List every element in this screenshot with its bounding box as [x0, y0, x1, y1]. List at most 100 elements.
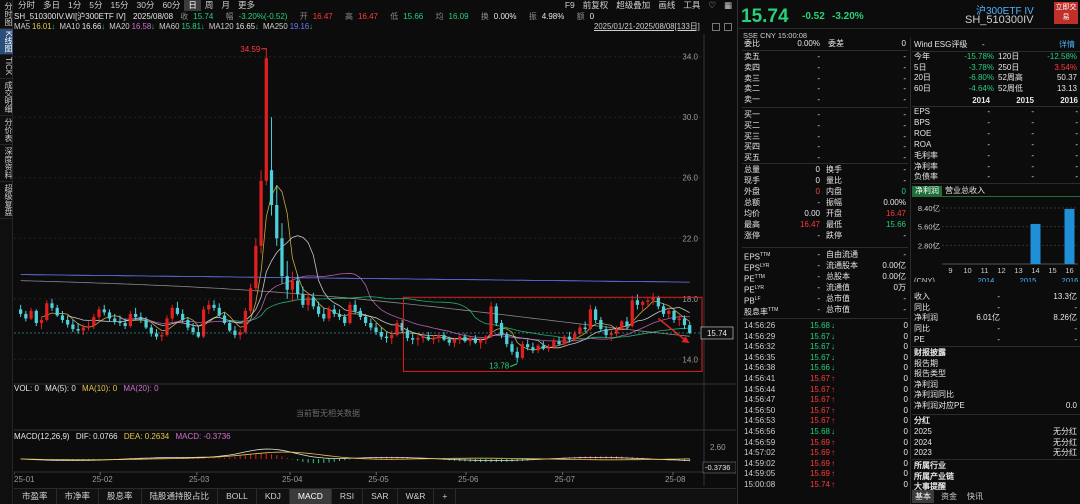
down-arrow-icon: ↓ — [200, 22, 205, 31]
tick-row: 14:56:50 15.67↑ 0 — [744, 406, 908, 416]
valuation-value2: - — [903, 250, 906, 259]
return-label: 60日 — [914, 83, 931, 93]
panel-tab-0[interactable]: 基本 — [912, 490, 934, 503]
tick-row: 14:56:44 15.67↑ 0 — [744, 385, 908, 395]
toolbar-action-2[interactable]: 超级叠加 — [612, 0, 654, 11]
up-arrow-icon: ↑ — [831, 448, 835, 458]
candle — [170, 304, 174, 322]
tick-time: 15:00:08 — [744, 480, 776, 489]
return-value2: -12.58% — [1047, 52, 1077, 61]
mini-x-tick: 11 — [981, 266, 989, 275]
candle — [578, 324, 582, 336]
candle — [165, 315, 169, 337]
candle — [358, 307, 363, 320]
tick-row: 14:59:05 15.69↑ 0 — [744, 469, 908, 479]
left-tool-4[interactable]: 分价表 — [0, 116, 13, 145]
left-tool-6[interactable]: 超级复盘 — [0, 182, 13, 219]
indicator-tab-9[interactable]: W&R — [398, 489, 435, 504]
tick-row: 14:56:47 15.67↑ 0 — [744, 395, 908, 405]
period-tab-3[interactable]: 5分 — [85, 0, 106, 11]
fin-tab-net-profit[interactable]: 净利润 — [912, 186, 942, 196]
period-tab-1[interactable]: 多日 — [39, 0, 64, 11]
candle — [395, 319, 399, 337]
period-tab-2[interactable]: 1分 — [64, 0, 85, 11]
trade-button[interactable]: 立即交易 — [1054, 2, 1078, 24]
income-label: PE — [914, 334, 925, 344]
panel-tab-1[interactable]: 资金 — [938, 490, 960, 503]
candle — [515, 347, 519, 363]
valuation-label: EPSLYR — [744, 261, 769, 273]
left-tool-1[interactable]: K线图 — [0, 29, 13, 56]
indicator-tab-10[interactable]: + — [434, 489, 457, 504]
date-range[interactable]: 2025/01/21-2025/08/08[133日] — [594, 22, 700, 32]
fin-tab-revenue[interactable]: 营业总收入 — [945, 186, 985, 196]
return-label2: 52周低 — [998, 83, 1023, 93]
toolbar-action-6[interactable]: ▦ — [720, 0, 736, 11]
indicator-tab-3[interactable]: 陆股通持股占比 — [142, 489, 219, 504]
indicator-tab-8[interactable]: SAR — [363, 489, 398, 504]
period-tab-9[interactable]: 月 — [217, 0, 234, 11]
toolbar-action-5[interactable]: ♡ — [704, 0, 720, 11]
indicator-tab-7[interactable]: RSI — [332, 489, 364, 504]
period-tab-10[interactable]: 更多 — [234, 0, 259, 11]
left-tool-2[interactable]: TICK — [0, 55, 13, 79]
left-tool-0[interactable]: 分时图 — [0, 0, 13, 29]
tick-row: 14:59:02 15.69↑ 0 — [744, 459, 908, 469]
left-tool-3[interactable]: 成交明细 — [0, 79, 13, 116]
fin-row-value: - — [987, 139, 990, 149]
return-value2: 13.13 — [1056, 83, 1077, 93]
down-arrow-icon: ↓ — [831, 352, 835, 362]
toolbar-action-3[interactable]: 画线 — [654, 0, 679, 11]
info-amplitude: 振 4.98% — [528, 12, 565, 21]
info-close: 收 15.74 — [180, 12, 214, 21]
income-value-2016: 8.26亿 — [1053, 313, 1077, 323]
indicator-tab-5[interactable]: KDJ — [257, 489, 290, 504]
indicator-tab-2[interactable]: 股息率 — [99, 489, 142, 504]
panel-tab-2[interactable]: 快讯 — [964, 490, 986, 503]
fin-row-value: - — [1031, 128, 1034, 138]
income-label: 收入 — [914, 292, 930, 301]
kline-chart[interactable]: 14.0 18.0 22.0 26.0 30.0 34.0 34.59 13.78 15.74 2… — [14, 34, 736, 486]
stat-value: 16.47 — [885, 209, 906, 218]
tick-volume: 0 — [903, 395, 908, 405]
left-tool-5[interactable]: 深度资料 — [0, 145, 13, 182]
indicator-tab-0[interactable]: 市盈率 — [14, 489, 57, 504]
esg-detail-link[interactable]: 详情 — [1059, 40, 1075, 50]
disclosure-value: 0.0 — [1065, 400, 1077, 410]
candle — [641, 300, 645, 311]
candle — [207, 300, 211, 314]
divider — [912, 414, 1080, 415]
expand-icon[interactable] — [712, 23, 720, 31]
ma-value: 16.01 — [32, 22, 52, 31]
tick-volume: 0 — [903, 448, 908, 458]
security-code: SH_510300IV — [965, 14, 1034, 26]
indicator-tab-4[interactable]: BOLL — [218, 489, 257, 504]
period-tab-7[interactable]: 日 — [184, 0, 201, 11]
ma-legend-3: MA60 15.81↓ — [159, 22, 205, 31]
period-tab-6[interactable]: 60分 — [158, 0, 184, 11]
candle — [411, 333, 415, 345]
tick-price: 15.67 — [809, 374, 830, 383]
candle — [186, 316, 190, 331]
fin-year: 2016 — [1060, 96, 1078, 105]
min-price-label: 13.78 — [489, 362, 510, 371]
up-arrow-icon: ↑ — [831, 469, 835, 479]
candle — [139, 312, 143, 323]
valuation-value: - — [817, 305, 820, 314]
indicator-tab-1[interactable]: 市净率 — [57, 489, 100, 504]
ma-legend-1: MA10 16.66↓ — [59, 22, 105, 31]
ask-volume: - — [903, 95, 906, 105]
ask-label: 卖二 — [744, 84, 760, 94]
bid-price: - — [817, 110, 820, 119]
close-icon[interactable] — [724, 23, 732, 31]
toolbar-action-4[interactable]: 工具 — [679, 0, 704, 11]
toolbar-action-1[interactable]: 前复权 — [579, 0, 613, 11]
down-arrow-icon: ↓ — [151, 22, 156, 31]
period-tab-5[interactable]: 30分 — [132, 0, 158, 11]
bid-volume: - — [903, 110, 906, 119]
period-tab-4[interactable]: 15分 — [107, 0, 133, 11]
toolbar-action-0[interactable]: F9 — [561, 0, 579, 11]
period-tab-8[interactable]: 周 — [201, 0, 218, 11]
period-tab-0[interactable]: 分时 — [14, 0, 39, 11]
indicator-tab-6[interactable]: MACD — [289, 489, 332, 504]
